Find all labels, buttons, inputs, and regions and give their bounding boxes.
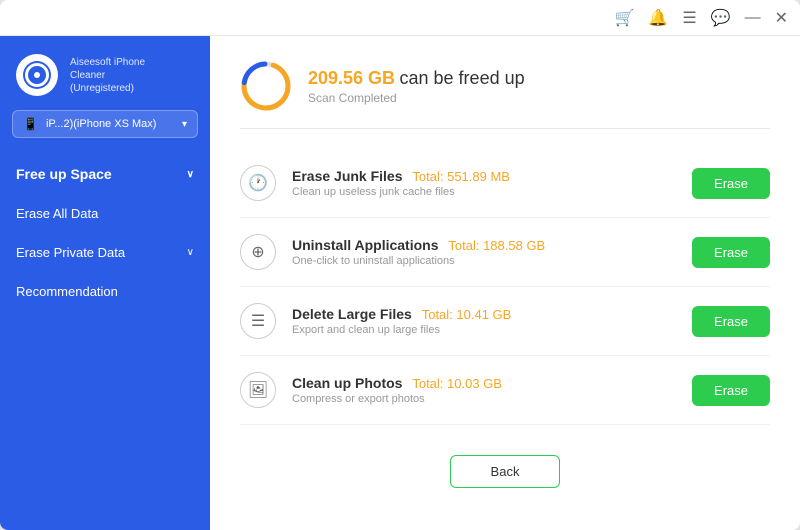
erase-files-button[interactable]: Erase — [692, 306, 770, 337]
erase-junk-button[interactable]: Erase — [692, 168, 770, 199]
feature-title-photos: Clean up Photos Total: 10.03 GB — [292, 375, 676, 391]
chevron-down-icon: ▾ — [182, 119, 187, 130]
image-icon: 🖼 — [240, 372, 276, 408]
device-selector[interactable]: 📱 iP...2)(iPhone XS Max) ▾ — [12, 110, 198, 138]
feature-title-apps: Uninstall Applications Total: 188.58 GB — [292, 237, 676, 253]
feature-row-junk: 🕐 Erase Junk Files Total: 551.89 MB Clea… — [240, 149, 770, 218]
sidebar-item-recommendation[interactable]: Recommendation — [0, 272, 210, 311]
feature-title-files: Delete Large Files Total: 10.41 GB — [292, 306, 676, 322]
bell-icon[interactable]: 🔔 — [648, 8, 668, 28]
feature-info-junk: Erase Junk Files Total: 551.89 MB Clean … — [292, 168, 676, 198]
cart-icon[interactable]: 🛒 — [614, 8, 634, 28]
feature-desc-apps: One-click to uninstall applications — [292, 255, 676, 267]
sidebar-item-free-up-space[interactable]: Free up Space ∨ — [0, 154, 210, 194]
feature-desc-photos: Compress or export photos — [292, 393, 676, 405]
erase-photos-button[interactable]: Erase — [692, 375, 770, 406]
back-button[interactable]: Back — [450, 455, 561, 488]
feature-list: 🕐 Erase Junk Files Total: 551.89 MB Clea… — [240, 149, 770, 441]
scan-result: 209.56 GB can be freed up Scan Completed — [240, 60, 770, 129]
scan-amount: 209.56 GB — [308, 68, 395, 88]
scan-circle-icon — [240, 60, 292, 112]
feature-info-apps: Uninstall Applications Total: 188.58 GB … — [292, 237, 676, 267]
device-label: iP...2)(iPhone XS Max) — [46, 118, 174, 130]
titlebar-controls: 🛒 🔔 ☰ 💬 — ✕ — [614, 8, 788, 28]
sidebar: Aiseesoft iPhone Cleaner (Unregistered) … — [0, 36, 210, 530]
feature-title-junk: Erase Junk Files Total: 551.89 MB — [292, 168, 676, 184]
star-circle-icon: ⊕ — [240, 234, 276, 270]
sidebar-item-erase-private-data[interactable]: Erase Private Data ∨ — [0, 233, 210, 272]
feature-row-photos: 🖼 Clean up Photos Total: 10.03 GB Compre… — [240, 356, 770, 425]
sidebar-item-erase-all-data[interactable]: Erase All Data — [0, 194, 210, 233]
scan-info: 209.56 GB can be freed up Scan Completed — [308, 68, 525, 105]
close-icon[interactable]: ✕ — [775, 8, 788, 28]
feature-info-photos: Clean up Photos Total: 10.03 GB Compress… — [292, 375, 676, 405]
scan-sub: Scan Completed — [308, 91, 525, 105]
scan-amount-line: 209.56 GB can be freed up — [308, 68, 525, 89]
sidebar-header: Aiseesoft iPhone Cleaner (Unregistered) — [0, 36, 210, 110]
main-layout: Aiseesoft iPhone Cleaner (Unregistered) … — [0, 36, 800, 530]
bottom-bar: Back — [240, 441, 770, 506]
feature-row-files: ☰ Delete Large Files Total: 10.41 GB Exp… — [240, 287, 770, 356]
feature-row-apps: ⊕ Uninstall Applications Total: 188.58 G… — [240, 218, 770, 287]
app-name: Aiseesoft iPhone Cleaner (Unregistered) — [70, 56, 145, 95]
erase-apps-button[interactable]: Erase — [692, 237, 770, 268]
titlebar: 🛒 🔔 ☰ 💬 — ✕ — [0, 0, 800, 36]
phone-icon: 📱 — [23, 117, 38, 131]
minimize-icon[interactable]: — — [745, 9, 761, 27]
chat-icon[interactable]: 💬 — [711, 8, 731, 28]
chevron-icon: ∨ — [187, 169, 194, 180]
clock-icon: 🕐 — [240, 165, 276, 201]
menu-icon[interactable]: ☰ — [682, 8, 696, 28]
chevron-icon-2: ∨ — [187, 247, 194, 258]
feature-info-files: Delete Large Files Total: 10.41 GB Expor… — [292, 306, 676, 336]
feature-desc-files: Export and clean up large files — [292, 324, 676, 336]
file-icon: ☰ — [240, 303, 276, 339]
content-area: 209.56 GB can be freed up Scan Completed… — [210, 36, 800, 530]
scan-label: can be freed up — [400, 68, 525, 88]
feature-desc-junk: Clean up useless junk cache files — [292, 186, 676, 198]
app-logo — [16, 54, 58, 96]
